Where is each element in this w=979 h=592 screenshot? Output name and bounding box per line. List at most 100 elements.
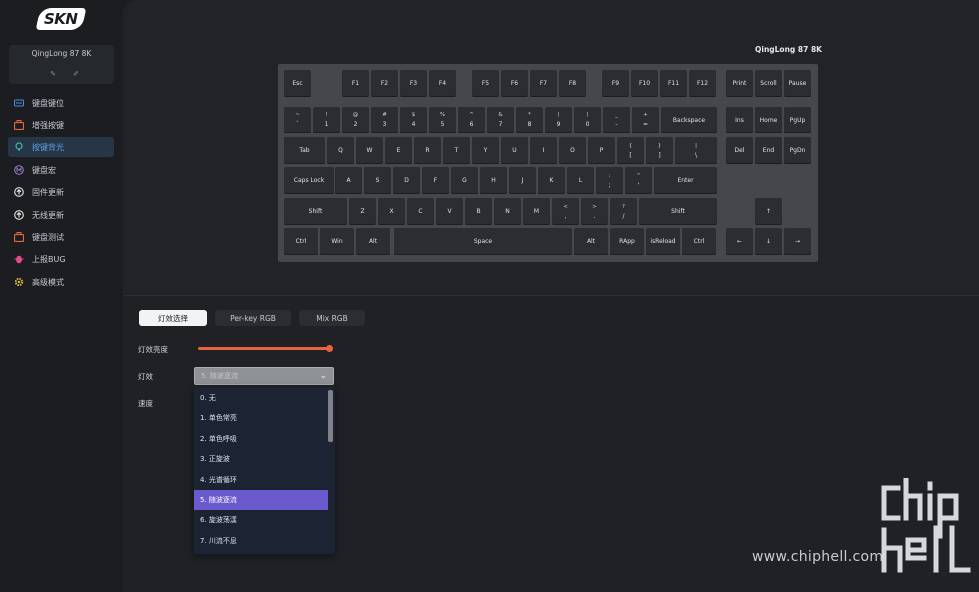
key-8[interactable]: * 8 xyxy=(516,107,543,133)
dropdown-option[interactable]: 1. 单色常亮 xyxy=(194,408,328,428)
key-g[interactable]: G xyxy=(451,167,478,194)
key-2[interactable]: @2 xyxy=(342,107,369,133)
key-k[interactable]: K xyxy=(538,167,565,194)
key-c[interactable]: C xyxy=(407,198,434,225)
key--[interactable]: }] xyxy=(646,137,673,164)
key--[interactable]: → xyxy=(784,228,811,255)
key-x[interactable]: X xyxy=(378,198,405,225)
sidebar-item-4[interactable]: 固件更新 xyxy=(8,182,114,202)
key-f11[interactable]: F11 xyxy=(660,70,687,97)
key-ctrl[interactable]: Ctrl xyxy=(284,228,318,255)
key-j[interactable]: J xyxy=(509,167,536,194)
key-0[interactable]: ) 0 xyxy=(574,107,601,133)
key-y[interactable]: Y xyxy=(472,137,499,164)
key-u[interactable]: U xyxy=(501,137,528,164)
key-shift[interactable]: Shift xyxy=(639,198,717,225)
key-1[interactable]: ! 1 xyxy=(313,107,340,133)
key-7[interactable]: & 7 xyxy=(487,107,514,133)
sidebar-item-2[interactable]: 按键背光 xyxy=(8,137,114,157)
key--[interactable]: ? / xyxy=(610,198,637,225)
key-a[interactable]: A xyxy=(335,167,362,194)
sidebar-item-3[interactable]: 键盘宏 xyxy=(8,160,114,180)
key-enter[interactable]: Enter xyxy=(654,167,717,194)
key-win[interactable]: Win xyxy=(320,228,354,255)
key-f5[interactable]: F5 xyxy=(472,70,499,97)
key-h[interactable]: H xyxy=(480,167,507,194)
key-f7[interactable]: F7 xyxy=(530,70,557,97)
key-f9[interactable]: F9 xyxy=(602,70,629,97)
key-f8[interactable]: F8 xyxy=(559,70,586,97)
dropdown-option[interactable]: 7. 川流不息 xyxy=(194,531,328,551)
key-del[interactable]: Del xyxy=(726,137,753,164)
link-icon[interactable]: ✐ xyxy=(72,70,80,78)
key--[interactable]: ← xyxy=(726,228,753,255)
key-f2[interactable]: F2 xyxy=(371,70,398,97)
key-space[interactable]: Space xyxy=(394,228,572,255)
key-w[interactable]: W xyxy=(356,137,383,164)
key-f6[interactable]: F6 xyxy=(501,70,528,97)
key-v[interactable]: V xyxy=(436,198,463,225)
tab-mix-rgb[interactable]: Mix RGB xyxy=(299,310,365,326)
brightness-slider-track[interactable] xyxy=(198,347,330,350)
tab-per-key-rgb[interactable]: Per-key RGB xyxy=(215,310,291,326)
key-d[interactable]: D xyxy=(393,167,420,194)
sidebar-item-0[interactable]: 键盘键位 xyxy=(8,93,114,113)
sidebar-item-1[interactable]: 增强按键 xyxy=(8,115,114,135)
key-o[interactable]: O xyxy=(559,137,586,164)
key--[interactable]: {[ xyxy=(617,137,644,164)
key--[interactable]: + = xyxy=(632,107,659,133)
key-4[interactable]: $4 xyxy=(400,107,427,133)
key-r[interactable]: R xyxy=(414,137,441,164)
dropdown-option[interactable]: 5. 随波逐流 xyxy=(194,490,328,510)
key-end[interactable]: End xyxy=(755,137,782,164)
dropdown-option[interactable]: 2. 单色呼吸 xyxy=(194,429,328,449)
key-pgdn[interactable]: PgDn xyxy=(784,137,811,164)
key-scroll[interactable]: Scroll xyxy=(755,70,782,97)
sidebar-item-5[interactable]: 无线更新 xyxy=(8,205,114,225)
key-alt[interactable]: Alt xyxy=(356,228,390,255)
edit-icon[interactable]: ✎ xyxy=(49,70,57,78)
key-caps-lock[interactable]: Caps Lock xyxy=(284,167,334,194)
key--[interactable]: _ - xyxy=(603,107,630,133)
key-print[interactable]: Print xyxy=(726,70,753,97)
key-5[interactable]: % 5 xyxy=(429,107,456,133)
key-p[interactable]: P xyxy=(588,137,615,164)
dropdown-option[interactable]: 3. 正旋波 xyxy=(194,449,328,469)
key-pgup[interactable]: PgUp xyxy=(784,107,811,133)
key-q[interactable]: Q xyxy=(327,137,354,164)
key--[interactable]: " ' xyxy=(625,167,652,194)
key-f1[interactable]: F1 xyxy=(342,70,369,97)
key-f4[interactable]: F4 xyxy=(429,70,456,97)
key--[interactable]: | \ xyxy=(675,137,717,164)
key-f10[interactable]: F10 xyxy=(631,70,658,97)
key-f3[interactable]: F3 xyxy=(400,70,427,97)
key-9[interactable]: (9 xyxy=(545,107,572,133)
key-z[interactable]: Z xyxy=(349,198,376,225)
key-e[interactable]: E xyxy=(385,137,412,164)
key--[interactable]: <, xyxy=(552,198,579,225)
key-3[interactable]: #3 xyxy=(371,107,398,133)
sidebar-item-7[interactable]: 上报BUG xyxy=(8,249,114,269)
key--[interactable]: >. xyxy=(581,198,608,225)
key--[interactable]: ↓ xyxy=(755,228,782,255)
key-esc[interactable]: Esc xyxy=(284,70,311,97)
key-6[interactable]: ^ 6 xyxy=(458,107,485,133)
sidebar-item-6[interactable]: 键盘测试 xyxy=(8,227,114,247)
key--[interactable]: ↑ xyxy=(755,198,782,225)
key-tab[interactable]: Tab xyxy=(284,137,325,164)
dropdown-option[interactable]: 6. 旋波荡漾 xyxy=(194,510,328,530)
key-pause[interactable]: Pause xyxy=(784,70,811,97)
key-l[interactable]: L xyxy=(567,167,594,194)
tab-effect-select[interactable]: 灯效选择 xyxy=(139,310,207,326)
dropdown-option[interactable]: 4. 光谱循环 xyxy=(194,470,328,490)
key-n[interactable]: N xyxy=(494,198,521,225)
key-b[interactable]: B xyxy=(465,198,492,225)
key-isreload[interactable]: isReload xyxy=(646,228,680,255)
key-home[interactable]: Home xyxy=(755,107,782,133)
key--[interactable]: ~ ` xyxy=(284,107,311,133)
effect-select[interactable]: 5. 随波逐流 ⌄ xyxy=(194,367,334,385)
key-f[interactable]: F xyxy=(422,167,449,194)
key-t[interactable]: T xyxy=(443,137,470,164)
key-s[interactable]: S xyxy=(364,167,391,194)
key-shift[interactable]: Shift xyxy=(284,198,347,225)
